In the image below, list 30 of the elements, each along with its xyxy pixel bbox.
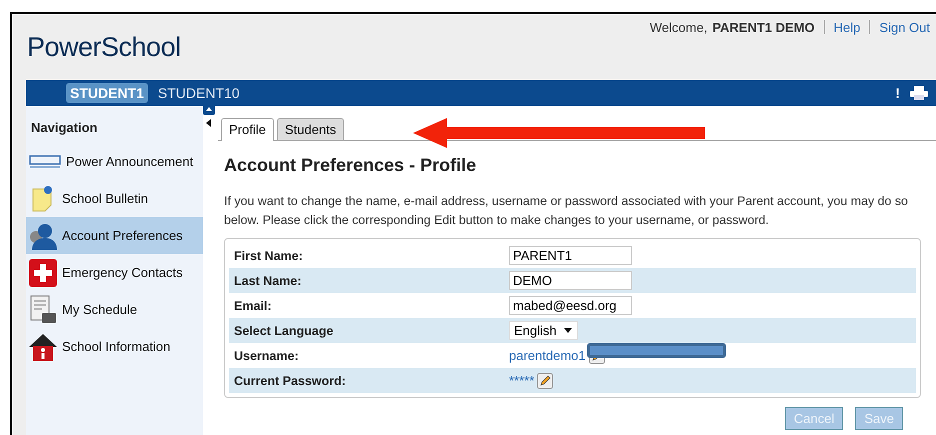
field-label: Select Language (234, 324, 334, 338)
field-label: First Name: (234, 248, 304, 262)
tab[interactable]: Profile (221, 118, 274, 141)
tab[interactable]: Students (276, 118, 344, 140)
text-input[interactable]: DEMO (509, 271, 632, 290)
text-input[interactable]: mabed@eesd.org (509, 296, 632, 315)
nav-item[interactable]: My Schedule (26, 291, 203, 328)
nav-item[interactable]: School Bulletin (26, 180, 203, 217)
nav-item[interactable]: School Information (26, 328, 203, 365)
nav-item[interactable]: Power Announcement (26, 143, 203, 180)
field-label: Username: (234, 348, 300, 362)
nav-item[interactable]: Emergency Contacts (26, 254, 203, 291)
field-label: Last Name: (234, 274, 302, 288)
field-label: Email: (234, 298, 273, 312)
navigation-title: Navigation (30, 119, 98, 137)
powerschool-logo: PowerSchool (27, 32, 181, 64)
language-dropdown[interactable]: English (509, 321, 578, 340)
intro-text: If you want to change the name, e-mail address, username or password associated with your Parent account, you may do so below. Please click the corresponding Edit button to make changes to your username, or password. (224, 193, 909, 229)
user-name: PARENT1 DEMO (712, 20, 815, 34)
welcome-text: Welcome, (650, 20, 708, 34)
field-label: Current Password: (234, 374, 347, 388)
value-link[interactable]: parentdemo1 (509, 348, 586, 363)
header-link[interactable]: Sign Out (879, 20, 930, 34)
text-input[interactable]: PARENT1 (509, 246, 632, 265)
page-heading: Account Preferences - Profile (224, 155, 478, 176)
alert-indicator[interactable]: ! (895, 85, 900, 101)
header-link[interactable]: Help (834, 20, 860, 34)
nav-item[interactable]: Account Preferences (26, 217, 203, 254)
student-tab[interactable]: STUDENT10 (154, 83, 244, 103)
value-link[interactable]: ***** (509, 373, 534, 388)
